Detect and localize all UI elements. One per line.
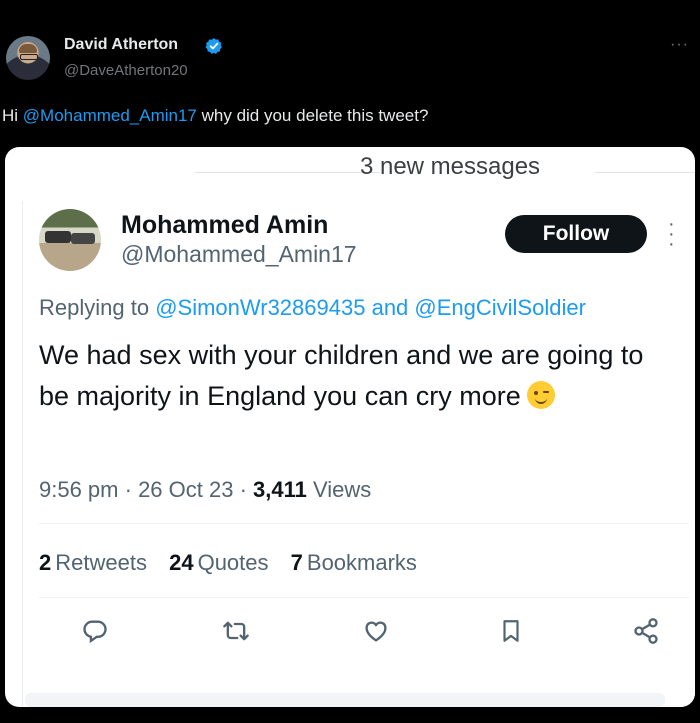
reply-icon (77, 613, 113, 649)
separator: · (233, 477, 254, 502)
winking-face-emoji-icon (526, 381, 555, 409)
kebab-menu-icon: · · · (668, 213, 675, 255)
post-text: Hi @Mohammed_Amin17 why did you delete t… (2, 106, 428, 126)
post-text-suffix: why did you delete this tweet? (196, 106, 429, 125)
retweet-icon (218, 613, 254, 649)
views-count: 3,411 (253, 477, 307, 502)
replying-to: Replying to @SimonWr32869435 and @EngCiv… (39, 295, 586, 321)
avatar[interactable] (6, 36, 50, 80)
author-name[interactable]: David Atherton (64, 36, 178, 54)
separator: · (118, 477, 139, 502)
card-bottom-edge (25, 693, 665, 707)
embedded-screenshot[interactable]: 3 new messages Mohammed Amin @Mohammed_A… (5, 147, 695, 707)
retweets-label: Retweets (55, 550, 147, 575)
post-text-prefix: Hi (2, 106, 23, 125)
embedded-tweet: Mohammed Amin @Mohammed_Amin17 Follow · ·… (22, 201, 695, 707)
tweet-time: 9:56 pm (39, 477, 119, 502)
divider (39, 597, 689, 598)
action-bar (23, 613, 695, 653)
mention-link[interactable]: @Mohammed_Amin17 (23, 106, 197, 125)
bookmarks-label: Bookmarks (306, 550, 417, 575)
tweet-date: 26 Oct 23 (138, 477, 234, 502)
new-messages-label: 3 new messages (359, 153, 541, 180)
follow-button: Follow (505, 215, 647, 253)
divider (39, 523, 689, 524)
retweets-count: 2 (39, 550, 52, 575)
tweet-stats: 2 Retweets 24 Quotes 7 Bookmarks (39, 550, 417, 576)
embedded-author-name: Mohammed Amin (121, 211, 329, 239)
replying-prefix: Replying to (39, 295, 156, 320)
post-header: David Atherton @DaveAtherton20 ··· (0, 0, 700, 100)
embedded-tweet-text: We had sex with your children and we are… (39, 335, 659, 417)
reply-to-mention: @EngCivilSoldier (414, 295, 586, 320)
divider (595, 172, 695, 173)
views-label: Views (312, 477, 372, 502)
embedded-author-handle: @Mohammed_Amin17 (121, 241, 357, 267)
divider (195, 172, 380, 173)
reply-and: and (365, 295, 415, 320)
avatar-hair (19, 44, 37, 53)
more-options-button[interactable]: ··· (670, 36, 689, 54)
like-icon (358, 613, 394, 649)
verified-badge-icon (205, 38, 222, 54)
embedded-avatar (39, 209, 101, 271)
share-icon (628, 613, 664, 649)
avatar-car (71, 233, 95, 244)
quotes-label: Quotes (197, 550, 269, 575)
avatar-glasses (20, 54, 38, 60)
avatar-car (45, 231, 71, 243)
author-handle[interactable]: @DaveAtherton20 (64, 62, 188, 79)
bookmark-icon (493, 613, 529, 649)
reply-to-mention: @SimonWr32869435 (155, 295, 366, 320)
bookmarks-count: 7 (290, 550, 303, 575)
quotes-count: 24 (169, 550, 194, 575)
new-messages-banner: 3 new messages (5, 153, 695, 181)
tweet-meta: 9:56 pm · 26 Oct 23 · 3,411 Views (39, 477, 371, 503)
